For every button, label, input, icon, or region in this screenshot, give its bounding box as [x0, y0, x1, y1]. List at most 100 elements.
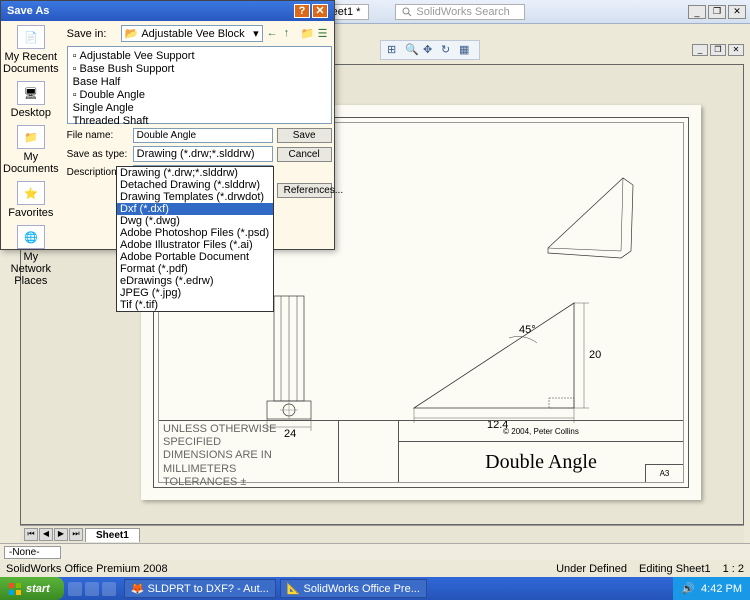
dialog-sidebar: 📄My Recent Documents 🖥Desktop 📁My Docume… — [1, 21, 61, 249]
type-option-selected[interactable]: Dxf (*.dxf) — [117, 203, 273, 215]
sidebar-mydocs[interactable]: 📁My Documents — [3, 125, 59, 175]
taskbar-item[interactable]: 📐SolidWorks Office Pre... — [280, 579, 427, 598]
close-button[interactable]: ✕ — [728, 5, 746, 19]
child-close-button[interactable]: ✕ — [728, 44, 744, 56]
pan-icon[interactable]: ✥ — [423, 43, 437, 57]
save-button[interactable]: Save — [277, 128, 332, 143]
ql-icon[interactable] — [68, 582, 82, 596]
file-item[interactable]: ▫Double Angle — [73, 89, 326, 101]
references-button[interactable]: References... — [277, 183, 332, 198]
layer-combo[interactable]: -None- — [4, 546, 61, 559]
tab-prev-icon[interactable]: ◀ — [39, 528, 53, 541]
zoom-fit-icon[interactable]: ⊞ — [387, 43, 401, 57]
type-option[interactable]: Tif (*.tif) — [117, 299, 273, 311]
windows-taskbar: start 🦊SLDPRT to DXF? - Aut... 📐SolidWor… — [0, 577, 750, 600]
drawing-file-icon: ▫ — [73, 89, 77, 101]
sidebar-desktop[interactable]: 🖥Desktop — [11, 81, 51, 119]
dialog-close-button[interactable]: ✕ — [312, 4, 328, 18]
recent-icon: 📄 — [17, 25, 45, 49]
filename-input[interactable] — [133, 128, 273, 143]
savetype-dropdown-list[interactable]: Drawing (*.drw;*.slddrw) Detached Drawin… — [116, 166, 274, 312]
sheet-tab[interactable]: Sheet1 — [85, 528, 140, 542]
savetype-label: Save as type: — [67, 149, 129, 160]
type-option[interactable]: Adobe Photoshop Files (*.psd) — [117, 227, 273, 239]
child-window-controls: _ ❐ ✕ — [692, 44, 744, 56]
views-icon[interactable]: ☰ — [318, 27, 332, 41]
save-as-dialog: Save As ? ✕ 📄My Recent Documents 🖥Deskto… — [0, 0, 335, 250]
zoom-area-icon[interactable]: 🔍 — [405, 43, 419, 57]
newfolder-icon[interactable]: 📁 — [301, 27, 315, 41]
type-option[interactable]: eDrawings (*.edrw) — [117, 275, 273, 287]
status-defined: Under Defined — [556, 563, 627, 575]
tab-last-icon[interactable]: ⏭ — [69, 528, 83, 541]
folder-icon: 📁 — [17, 125, 45, 149]
savein-combo[interactable]: 📂 Adjustable Vee Block ▾ — [121, 25, 263, 42]
sheet-size: A3 — [645, 464, 683, 482]
savein-label: Save in: — [67, 28, 117, 40]
clock: 4:42 PM — [701, 583, 742, 595]
open-folder-icon: 📂 — [125, 27, 139, 40]
dialog-title-text: Save As — [7, 5, 49, 17]
quicklaunch — [64, 582, 120, 596]
tab-next-icon[interactable]: ▶ — [54, 528, 68, 541]
copyright-text: © 2004, Peter Collins — [399, 421, 683, 442]
firefox-icon: 🦊 — [131, 582, 145, 595]
minimize-button[interactable]: _ — [688, 5, 706, 19]
drawing-name: Double Angle — [399, 442, 683, 482]
type-option[interactable]: Detached Drawing (*.slddrw) — [117, 179, 273, 191]
type-option[interactable]: Dwg (*.dwg) — [117, 215, 273, 227]
type-option[interactable]: Drawing Templates (*.drwdot) — [117, 191, 273, 203]
front-view: 45° 20 12.4 — [409, 293, 609, 436]
up-icon[interactable]: ↑ — [284, 27, 298, 41]
view-toolbar: ⊞ 🔍 ✥ ↻ ▦ — [380, 40, 480, 60]
drawing-file-icon: ▫ — [73, 63, 77, 75]
network-icon: 🌐 — [17, 225, 45, 249]
search-input[interactable]: SolidWorks Search — [395, 4, 525, 20]
type-option[interactable]: Adobe Illustrator Files (*.ai) — [117, 239, 273, 251]
child-restore-button[interactable]: ❐ — [710, 44, 726, 56]
back-icon[interactable]: ← — [267, 27, 281, 41]
title-block: UNLESS OTHERWISE SPECIFIEDDIMENSIONS ARE… — [159, 420, 683, 482]
type-option[interactable]: JPEG (*.jpg) — [117, 287, 273, 299]
isometric-view — [543, 173, 643, 266]
type-option[interactable]: Drawing (*.drw;*.slddrw) — [117, 167, 273, 179]
search-placeholder: SolidWorks Search — [416, 6, 509, 18]
child-minimize-button[interactable]: _ — [692, 44, 708, 56]
drawing-file-icon: ▫ — [73, 50, 77, 62]
lower-toolbar: -None- — [0, 543, 750, 560]
desktop-icon: 🖥 — [17, 81, 45, 105]
star-icon: ⭐ — [17, 181, 45, 205]
type-option[interactable]: Adobe Portable Document Format (*.pdf) — [117, 251, 273, 275]
dim-angle: 45° — [519, 324, 536, 336]
start-button[interactable]: start — [0, 577, 64, 600]
file-item[interactable]: Threaded Shaft — [73, 115, 326, 127]
ql-icon[interactable] — [85, 582, 99, 596]
system-tray[interactable]: 🔊 4:42 PM — [673, 577, 750, 600]
chevron-down-icon: ▾ — [253, 27, 259, 40]
rotate-icon[interactable]: ↻ — [441, 43, 455, 57]
savetype-combo[interactable]: Drawing (*.drw;*.slddrw) — [133, 146, 273, 162]
title-block-notes: UNLESS OTHERWISE SPECIFIEDDIMENSIONS ARE… — [159, 421, 339, 482]
file-item[interactable]: Base Half — [73, 76, 326, 88]
cancel-button[interactable]: Cancel — [277, 147, 332, 162]
restore-button[interactable]: ❐ — [708, 5, 726, 19]
file-item[interactable]: ▫Adjustable Vee Support — [73, 50, 326, 62]
ql-icon[interactable] — [102, 582, 116, 596]
file-list[interactable]: ▫Adjustable Vee Support ▫Base Bush Suppo… — [67, 46, 332, 124]
taskbar-item[interactable]: 🦊SLDPRT to DXF? - Aut... — [124, 579, 276, 598]
sheet-tabs-bar: ⏮ ◀ ▶ ⏭ Sheet1 — [20, 525, 744, 543]
sidebar-network[interactable]: 🌐My Network Places — [3, 225, 59, 287]
tray-icon[interactable]: 🔊 — [681, 582, 695, 595]
window-controls: _ ❐ ✕ — [688, 5, 746, 19]
section-icon[interactable]: ▦ — [459, 43, 473, 57]
file-item[interactable]: ▫Base Bush Support — [73, 63, 326, 75]
sidebar-recent[interactable]: 📄My Recent Documents — [3, 25, 59, 75]
file-item[interactable]: Single Angle — [73, 102, 326, 114]
dialog-help-button[interactable]: ? — [294, 4, 310, 18]
filename-label: File name: — [67, 130, 129, 141]
status-scale: 1 : 2 — [723, 563, 744, 575]
dialog-titlebar[interactable]: Save As ? ✕ — [1, 1, 334, 21]
tab-first-icon[interactable]: ⏮ — [24, 528, 38, 541]
search-icon — [402, 7, 412, 17]
sidebar-favorites[interactable]: ⭐Favorites — [8, 181, 53, 219]
